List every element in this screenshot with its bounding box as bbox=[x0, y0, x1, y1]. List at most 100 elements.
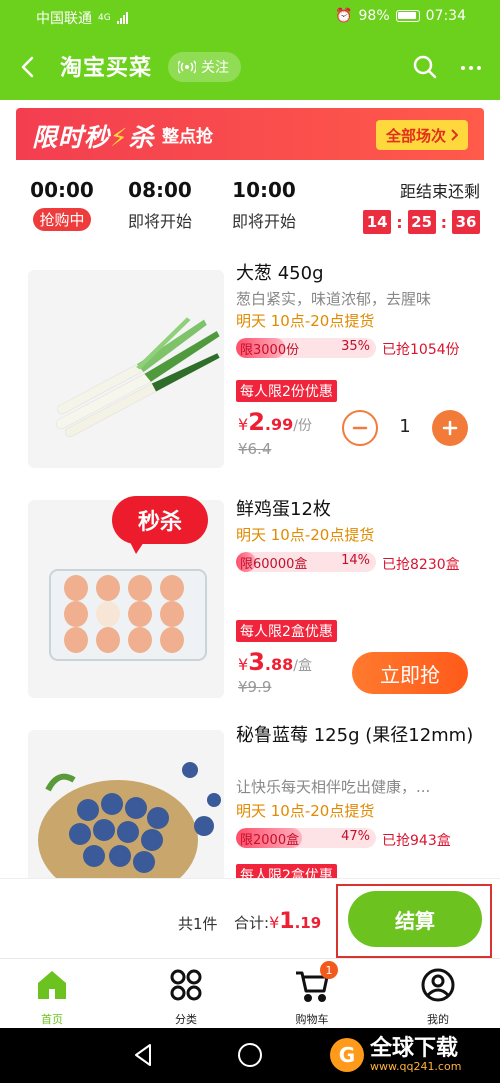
site-watermark: G 全球下载 www.qq241.com bbox=[330, 1032, 461, 1078]
highlight-box bbox=[336, 884, 492, 958]
countdown-hours: 14 bbox=[363, 210, 392, 234]
sold-count: 已抢943盒 bbox=[382, 833, 451, 849]
stock-limit: 限60000盒 bbox=[240, 557, 308, 572]
per-person-limit: 每人限2盒优惠 bbox=[236, 864, 337, 878]
original-price: ¥9.9 bbox=[238, 678, 272, 696]
product-desc: 葱白紧实，味道浓郁，去腥味 bbox=[236, 290, 432, 308]
tab-bar: 首页 分类 1 购物车 我的 bbox=[0, 958, 500, 1028]
tab-label: 首页 bbox=[41, 1013, 63, 1026]
flash-sale-logo: 限时秒⚡杀 bbox=[32, 123, 155, 152]
tab-label: 我的 bbox=[427, 1013, 449, 1026]
product-name: 秘鲁蓝莓 125g (果径12mm) bbox=[236, 725, 474, 746]
watermark-url: www.qq241.com bbox=[370, 1059, 462, 1073]
search-button[interactable] bbox=[410, 52, 440, 82]
home-nav-button[interactable] bbox=[236, 1041, 264, 1069]
pickup-time: 明天 10点-20点提货 bbox=[236, 802, 375, 820]
triangle-back-icon bbox=[135, 1044, 151, 1066]
top-bar: 中国联通 4G ⏰ 98% 07:34 淘宝买菜 关注 bbox=[0, 0, 500, 100]
slot-0000[interactable]: 00:00 抢购中 bbox=[12, 178, 112, 231]
per-person-limit: 每人限2盒优惠 bbox=[236, 620, 337, 642]
watermark-text: 全球下载 bbox=[370, 1035, 459, 1061]
sold-count: 已抢1054份 bbox=[382, 342, 460, 358]
profile-icon bbox=[420, 967, 456, 1003]
watermark-logo: G bbox=[330, 1038, 364, 1072]
follow-label: 关注 bbox=[201, 60, 229, 76]
slot-status: 即将开始 bbox=[127, 212, 192, 231]
flash-sale-badge: 秒杀 bbox=[112, 496, 208, 554]
item-count: 共1件 bbox=[178, 915, 218, 933]
slot-0800[interactable]: 08:00 即将开始 bbox=[110, 178, 210, 232]
circle-home-icon bbox=[238, 1043, 262, 1067]
carrier-label: 中国联通 bbox=[36, 11, 92, 27]
product-desc: 让快乐每天相伴吃出健康，... bbox=[236, 778, 431, 796]
quantity-value: 1 bbox=[399, 416, 411, 437]
tab-profile[interactable]: 我的 bbox=[398, 967, 478, 1027]
clock-label: 07:34 bbox=[425, 8, 466, 24]
status-bar: 中国联通 4G ⏰ 98% 07:34 bbox=[0, 0, 500, 34]
product-name: 大葱 450g bbox=[236, 263, 324, 284]
stock-progress: 限2000盒 47% bbox=[236, 828, 376, 848]
battery-icon bbox=[395, 10, 420, 22]
network-label: 4G bbox=[98, 13, 111, 23]
slot-status: 即将开始 bbox=[231, 212, 296, 231]
decrease-button[interactable] bbox=[342, 410, 378, 446]
countdown-minutes: 25 bbox=[407, 210, 436, 234]
time-slots: 00:00 抢购中 08:00 即将开始 10:00 即将开始 距结束还剩 14… bbox=[16, 160, 484, 252]
sold-count: 已抢8230盒 bbox=[382, 557, 460, 573]
countdown-timer: 距结束还剩 14 : 25 : 36 bbox=[336, 178, 484, 234]
stock-progress: 限60000盒 14% bbox=[236, 552, 376, 572]
per-person-limit: 每人限2份优惠 bbox=[236, 380, 337, 402]
cart-badge: 1 bbox=[320, 961, 338, 979]
alarm-icon: ⏰ bbox=[335, 8, 353, 24]
total-price: 合计:¥1.19 bbox=[234, 909, 322, 934]
cart-icon: 1 bbox=[294, 961, 338, 1003]
more-icon[interactable] bbox=[456, 58, 486, 78]
all-sessions-button[interactable]: 全部场次 bbox=[375, 120, 468, 150]
broadcast-icon bbox=[178, 60, 196, 74]
back-button[interactable] bbox=[14, 52, 40, 82]
increase-button[interactable] bbox=[432, 410, 468, 446]
product-image-blueberry[interactable] bbox=[28, 730, 224, 878]
signal-icon bbox=[116, 12, 128, 24]
sale-price: ¥3.88/盒 bbox=[238, 648, 312, 676]
back-nav-button[interactable] bbox=[130, 1041, 158, 1069]
battery-label: 98% bbox=[358, 8, 390, 24]
original-price: ¥6.4 bbox=[238, 440, 272, 458]
pickup-time: 明天 10点-20点提货 bbox=[236, 526, 375, 544]
flash-sale-banner: 限时秒⚡杀 整点抢 全部场次 bbox=[16, 108, 484, 160]
follow-button[interactable]: 关注 bbox=[168, 52, 241, 82]
countdown-label: 距结束还剩 bbox=[399, 182, 480, 201]
chevron-left-icon bbox=[21, 56, 34, 78]
slot-1000[interactable]: 10:00 即将开始 bbox=[214, 178, 314, 232]
stock-limit: 限3000份 bbox=[240, 343, 300, 358]
stock-progress: 限3000份 35% bbox=[236, 338, 376, 358]
minus-icon bbox=[352, 426, 368, 430]
stock-percent: 35% bbox=[341, 339, 370, 354]
product-card[interactable]: 秒杀 鲜鸡蛋12枚 明天 10点-20点提货 限60000盒 14% 已抢823… bbox=[16, 492, 484, 712]
stock-limit: 限2000盒 bbox=[240, 833, 300, 848]
category-icon bbox=[168, 967, 204, 1003]
tab-category[interactable]: 分类 bbox=[146, 967, 226, 1027]
tab-label: 购物车 bbox=[295, 1013, 329, 1026]
sale-price: ¥2.99/份 bbox=[238, 408, 312, 436]
app-header: 淘宝买菜 关注 bbox=[0, 34, 500, 100]
slot-status: 抢购中 bbox=[33, 208, 91, 231]
countdown-seconds: 36 bbox=[452, 210, 480, 234]
stock-percent: 14% bbox=[341, 553, 370, 568]
search-icon bbox=[413, 55, 437, 79]
buy-now-button[interactable]: 立即抢 bbox=[352, 652, 468, 694]
page-title: 淘宝买菜 bbox=[60, 56, 153, 81]
chevron-right-icon bbox=[451, 129, 458, 141]
stock-percent: 47% bbox=[341, 829, 370, 844]
home-icon bbox=[34, 967, 70, 1003]
product-card[interactable]: 秘鲁蓝莓 125g (果径12mm) 让快乐每天相伴吃出健康，... 明天 10… bbox=[16, 724, 484, 878]
product-name: 鲜鸡蛋12枚 bbox=[236, 499, 331, 520]
product-card[interactable]: 大葱 450g 葱白紧实，味道浓郁，去腥味 明天 10点-20点提货 限3000… bbox=[16, 262, 484, 482]
product-image-scallion[interactable] bbox=[28, 270, 224, 468]
tab-home[interactable]: 首页 bbox=[12, 967, 92, 1027]
quantity-stepper: 1 bbox=[342, 410, 468, 446]
plus-icon bbox=[442, 420, 458, 436]
tab-cart[interactable]: 1 购物车 bbox=[272, 961, 352, 1027]
pickup-time: 明天 10点-20点提货 bbox=[236, 312, 375, 330]
tab-label: 分类 bbox=[175, 1013, 197, 1026]
